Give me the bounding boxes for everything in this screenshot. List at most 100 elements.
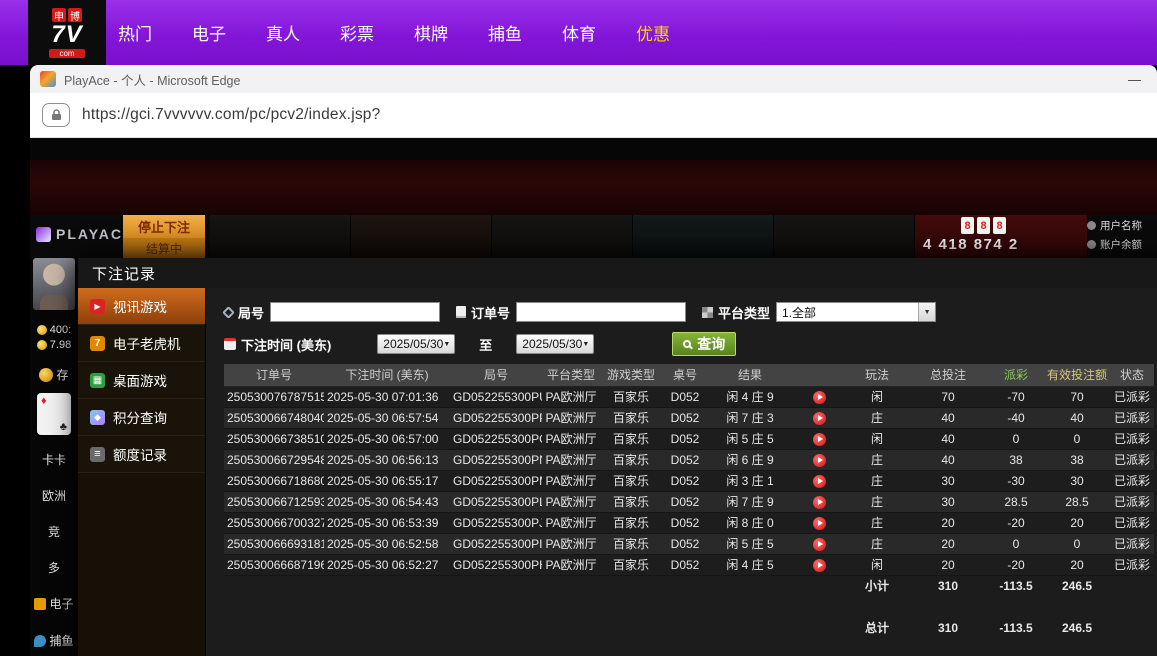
window-titlebar[interactable]: PlayAce - 个人 - Microsoft Edge — xyxy=(30,65,1157,93)
cell-result: 闲 4 庄 5 xyxy=(708,554,792,575)
order-input[interactable] xyxy=(516,302,686,322)
platform-label: 平台类型 xyxy=(702,303,770,322)
round-input[interactable] xyxy=(270,302,440,322)
nav-item-电子[interactable]: 电子 xyxy=(192,20,226,45)
menu-item-label: 视讯游戏 xyxy=(113,296,167,316)
gem-icon xyxy=(90,410,105,425)
filter-row-2: 下注时间 (美东) 2025/05/30 ▼ 至 2025/05/30 ▼ 查询 xyxy=(224,332,1157,356)
cell-platform: PA欧洲厅 xyxy=(542,428,600,449)
replay-button[interactable] xyxy=(813,454,826,467)
cell-table_no: D052 xyxy=(662,512,708,533)
left-rail: 400:7.98存卡卡欧洲竞多电子捕鱼街机 xyxy=(30,258,78,656)
cell-table_no: D052 xyxy=(662,428,708,449)
stream-thumbnails xyxy=(210,215,915,258)
nav-item-棋牌[interactable]: 棋牌 xyxy=(414,20,448,45)
date-to-select[interactable]: 2025/05/30 ▼ xyxy=(516,334,594,354)
platform-select[interactable]: 1.全部 ▼ xyxy=(776,302,936,322)
search-button-label: 查询 xyxy=(697,334,725,354)
menu-item-积分查询[interactable]: 积分查询 xyxy=(78,399,205,436)
nav-item-优惠[interactable]: 优惠 xyxy=(636,20,670,45)
cell-status: 已派彩 xyxy=(1110,470,1154,491)
rail-card-graphic xyxy=(37,393,71,435)
playing-card: 8 xyxy=(993,217,1006,234)
replay-button[interactable] xyxy=(813,538,826,551)
user-panel-text: 账户余额 xyxy=(1100,237,1142,252)
replay-button[interactable] xyxy=(813,475,826,488)
cell-result: 闲 7 庄 3 xyxy=(708,407,792,428)
replay-button[interactable] xyxy=(813,517,826,530)
order-label: 订单号 xyxy=(456,303,510,322)
cell-valid_bet: 20 xyxy=(1044,512,1110,533)
cell-game_type: 百家乐 xyxy=(600,554,662,575)
logo-badge: 博 xyxy=(68,8,82,22)
replay-button[interactable] xyxy=(813,433,826,446)
menu-item-电子老虎机[interactable]: 电子老虎机 xyxy=(78,325,205,362)
sum-valid_bet: 246.5 xyxy=(1044,617,1110,638)
nav-item-彩票[interactable]: 彩票 xyxy=(340,20,374,45)
subtotal-row: 小计310-113.5246.5 xyxy=(224,575,1154,596)
rail-label: 卡卡 xyxy=(42,451,66,468)
nav-item-体育[interactable]: 体育 xyxy=(562,20,596,45)
cell-payout: 0 xyxy=(988,428,1044,449)
site-info-button[interactable] xyxy=(42,103,70,127)
replay-button[interactable] xyxy=(813,412,826,425)
replay-button[interactable] xyxy=(813,559,826,572)
menu-item-视讯游戏[interactable]: 视讯游戏 xyxy=(78,288,205,325)
modal-title: 下注记录 xyxy=(78,258,1157,288)
cell-replay xyxy=(792,512,846,533)
cell-total_bet: 30 xyxy=(908,491,988,512)
site-logo[interactable]: 申 博 7V com xyxy=(28,0,106,65)
replay-button[interactable] xyxy=(813,391,826,404)
cell-result: 闲 5 庄 5 xyxy=(708,533,792,554)
cell-bet_time: 2025-05-30 06:52:58 xyxy=(324,533,450,554)
rail-label: 多 xyxy=(48,559,60,576)
cell-bet_time: 2025-05-30 06:52:27 xyxy=(324,554,450,575)
url-text[interactable]: https://gci.7vvvvvv.com/pc/pcv2/index.js… xyxy=(82,106,380,124)
cell-round_id: GD052255300PP xyxy=(450,407,542,428)
bet-table: 订单号下注时间 (美东)局号平台类型游戏类型桌号结果玩法总投注派彩有效投注额状态… xyxy=(224,364,1154,638)
cell-total_bet: 40 xyxy=(908,449,988,470)
cell-round_id: GD052255300PH xyxy=(450,554,542,575)
cell-replay xyxy=(792,470,846,491)
rail-lobby-duo[interactable]: 多 xyxy=(48,559,60,576)
date-from-select[interactable]: 2025/05/30 ▼ xyxy=(377,334,455,354)
cell-play: 闲 xyxy=(846,554,908,575)
betting-status-line1: 停止下注 xyxy=(123,215,205,238)
cell-round_id: GD052255300PJ xyxy=(450,512,542,533)
cell-payout: -70 xyxy=(988,386,1044,407)
cell-order_id: 250530066718680 xyxy=(224,470,324,491)
sum-pad xyxy=(1110,575,1154,596)
menu-item-桌面游戏[interactable]: 桌面游戏 xyxy=(78,362,205,399)
cell-game_type: 百家乐 xyxy=(600,491,662,512)
playace-logo: PLAYACE xyxy=(36,226,134,242)
nav-item-真人[interactable]: 真人 xyxy=(266,20,300,45)
menu-item-额度记录[interactable]: 额度记录 xyxy=(78,436,205,473)
nav-item-热门[interactable]: 热门 xyxy=(118,20,152,45)
rail-nav-fishing[interactable]: 捕鱼 xyxy=(34,632,73,649)
cell-play: 庄 xyxy=(846,449,908,470)
rail-deposit[interactable]: 存 xyxy=(39,366,68,383)
logo-text: 7V xyxy=(51,23,82,47)
cell-play: 庄 xyxy=(846,470,908,491)
minimize-button[interactable]: — xyxy=(1128,72,1141,87)
top-nav-items: 热门 电子 真人 彩票 棋牌 捕鱼 体育 优惠 xyxy=(118,20,670,45)
nav-item-捕鱼[interactable]: 捕鱼 xyxy=(488,20,522,45)
cell-order_id: 250530066700327 xyxy=(224,512,324,533)
chevron-down-icon[interactable]: ▼ xyxy=(918,303,935,321)
cell-bet_time: 2025-05-30 06:56:13 xyxy=(324,449,450,470)
rail-lobby-kaka[interactable]: 卡卡 xyxy=(42,451,66,468)
rail-lobby-europe[interactable]: 欧洲 xyxy=(42,487,66,504)
bet-time-label-text: 下注时间 (美东) xyxy=(241,335,331,354)
table-row: 2505300667385102025-05-30 06:57:00GD0522… xyxy=(224,428,1154,449)
rail-nav-slots[interactable]: 电子 xyxy=(34,595,73,612)
cell-payout: 28.5 xyxy=(988,491,1044,512)
cell-table_no: D052 xyxy=(662,533,708,554)
search-button[interactable]: 查询 xyxy=(672,332,736,356)
rail-lobby-jing[interactable]: 竞 xyxy=(48,523,60,540)
replay-button[interactable] xyxy=(813,496,826,509)
bet-table-body: 2505300767875152025-05-30 07:01:36GD0522… xyxy=(224,386,1154,638)
jackpot-digits: 4 418 874 2 xyxy=(923,236,1019,253)
rail-label: 欧洲 xyxy=(42,487,66,504)
date-to-value: 2025/05/30 xyxy=(522,337,582,351)
cell-status: 已派彩 xyxy=(1110,449,1154,470)
